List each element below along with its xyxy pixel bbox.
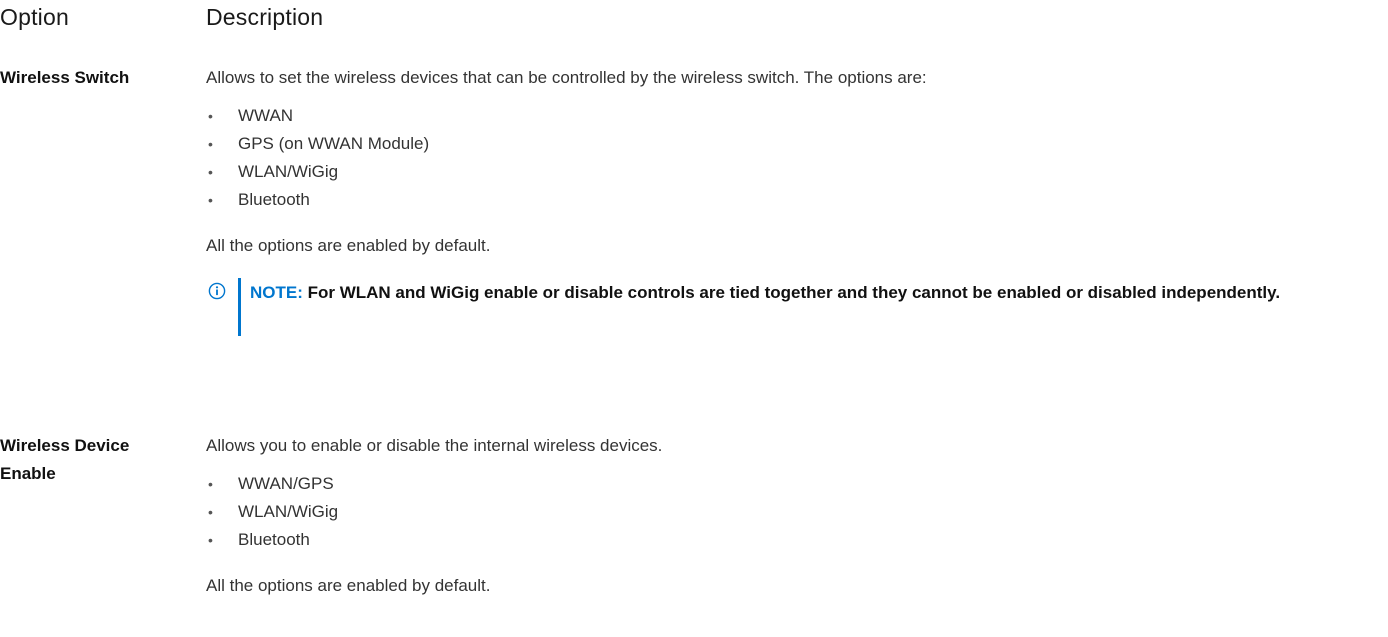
note-accent-bar [238, 278, 241, 336]
bullet-icon: • [208, 532, 213, 548]
option-name: Wireless Device Enable [0, 432, 190, 488]
bullet-icon: • [208, 476, 213, 492]
option-name-line1: Wireless Device [0, 436, 130, 455]
note-body: For WLAN and WiGig enable or disable con… [302, 283, 1281, 302]
bullet-icon: • [208, 108, 213, 124]
options-list: • WWAN/GPS • WLAN/WiGig • Bluetooth [206, 470, 1366, 554]
description-footer: All the options are enabled by default. [206, 236, 491, 255]
bullet-icon: • [208, 136, 213, 152]
list-item: • GPS (on WWAN Module) [206, 130, 1366, 158]
note-label: NOTE: [250, 283, 303, 302]
column-header-option: Option [0, 4, 69, 30]
option-description: Allows to set the wireless devices that … [206, 64, 1366, 338]
note-callout: NOTE: For WLAN and WiGig enable or disab… [208, 278, 1366, 338]
option-description: Allows you to enable or disable the inte… [206, 432, 1366, 600]
table-header: Option Description [0, 4, 1388, 38]
list-item: • WLAN/WiGig [206, 498, 1366, 526]
list-item: • Bluetooth [206, 186, 1366, 214]
bios-options-table: Option Description Wireless Switch Allow… [0, 0, 1388, 637]
option-name: Wireless Switch [0, 68, 130, 87]
bullet-icon: • [208, 504, 213, 520]
list-item: • WLAN/WiGig [206, 158, 1366, 186]
description-footer: All the options are enabled by default. [206, 576, 491, 595]
description-intro: Allows you to enable or disable the inte… [206, 436, 663, 455]
description-intro: Allows to set the wireless devices that … [206, 68, 927, 87]
bullet-icon: • [208, 192, 213, 208]
options-list: • WWAN • GPS (on WWAN Module) • WLAN/WiGig … [206, 102, 1366, 214]
list-item: • WWAN/GPS [206, 470, 1366, 498]
list-item: • Bluetooth [206, 526, 1366, 554]
note-text: NOTE: For WLAN and WiGig enable or disab… [250, 278, 1380, 307]
option-name-line2: Enable [0, 464, 56, 483]
column-header-description: Description [206, 4, 324, 30]
info-icon [208, 282, 226, 300]
bullet-icon: • [208, 164, 213, 180]
list-item: • WWAN [206, 102, 1366, 130]
